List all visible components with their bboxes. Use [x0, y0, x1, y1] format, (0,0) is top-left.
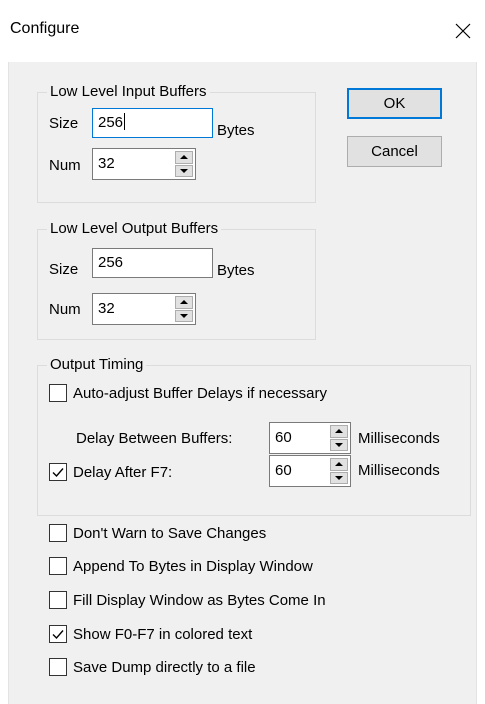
close-icon [455, 23, 471, 39]
input-num-stepper[interactable]: 32 [92, 148, 196, 180]
delay-after-box [49, 463, 67, 481]
delay-between-arrows [330, 423, 350, 453]
output-num-arrows [175, 294, 195, 324]
delay-between-up-button[interactable] [330, 425, 348, 438]
arrow-up-icon [335, 462, 343, 467]
delay-between-value: 60 [275, 429, 292, 446]
input-size-label: Size [49, 115, 79, 132]
delay-between-down-button[interactable] [330, 438, 348, 451]
cancel-button-label: Cancel [371, 143, 418, 160]
option-append-bytes-box [49, 557, 67, 575]
arrow-down-icon [335, 475, 343, 480]
input-buffers-group-label: Low Level Input Buffers [47, 83, 210, 101]
option-fill-display-checkbox[interactable]: Fill Display Window as Bytes Come In [49, 589, 326, 611]
input-num-value: 32 [98, 155, 115, 172]
output-size-label: Size [49, 261, 79, 278]
cancel-button[interactable]: Cancel [347, 136, 442, 167]
input-num-up-button[interactable] [175, 151, 193, 164]
arrow-up-icon [180, 300, 188, 305]
delay-after-value: 60 [275, 462, 292, 479]
output-num-stepper[interactable]: 32 [92, 293, 196, 325]
input-num-arrows [175, 149, 195, 179]
option-show-colored-box [49, 625, 67, 643]
option-append-bytes-checkbox[interactable]: Append To Bytes in Display Window [49, 555, 313, 577]
delay-between-units: Milliseconds [358, 430, 440, 447]
option-show-colored-label: Show F0-F7 in colored text [73, 625, 253, 643]
input-size-field[interactable]: 256 [92, 108, 213, 138]
ok-button[interactable]: OK [347, 88, 442, 119]
input-num-label: Num [49, 157, 81, 174]
input-size-units: Bytes [217, 122, 255, 139]
arrow-up-icon [180, 155, 188, 160]
output-num-label: Num [49, 301, 81, 318]
output-timing-group-label: Output Timing [47, 356, 147, 374]
checkmark-icon [51, 627, 65, 641]
delay-after-stepper[interactable]: 60 [269, 455, 351, 487]
option-dont-warn-checkbox[interactable]: Don't Warn to Save Changes [49, 522, 266, 544]
delay-after-label: Delay After F7: [73, 463, 173, 481]
delay-between-label: Delay Between Buffers: [76, 430, 233, 447]
window-title: Configure [10, 20, 80, 37]
option-fill-display-box [49, 591, 67, 609]
arrow-up-icon [335, 429, 343, 434]
output-size-field[interactable]: 256 [92, 248, 213, 278]
ok-button-label: OK [383, 95, 406, 112]
arrow-down-icon [180, 313, 188, 318]
dialog-client-area: Low Level Input Buffers Size 256 Bytes N… [8, 62, 477, 704]
auto-adjust-label: Auto-adjust Buffer Delays if necessary [73, 384, 328, 402]
output-buffers-group-label: Low Level Output Buffers [47, 220, 222, 238]
title-bar: Configure [0, 0, 485, 62]
delay-after-down-button[interactable] [330, 471, 348, 484]
delay-after-checkbox[interactable]: Delay After F7: [49, 461, 172, 483]
auto-adjust-box [49, 384, 67, 402]
option-save-dump-box [49, 658, 67, 676]
delay-after-up-button[interactable] [330, 458, 348, 471]
arrow-down-icon [335, 442, 343, 447]
option-show-colored-checkbox[interactable]: Show F0-F7 in colored text [49, 623, 252, 645]
delay-after-units: Milliseconds [358, 462, 440, 479]
output-size-units: Bytes [217, 262, 255, 279]
output-num-value: 32 [98, 300, 115, 317]
delay-after-arrows [330, 456, 350, 486]
output-size-value: 256 [98, 254, 124, 271]
option-append-bytes-label: Append To Bytes in Display Window [73, 557, 313, 575]
delay-between-stepper[interactable]: 60 [269, 422, 351, 454]
output-num-down-button[interactable] [175, 309, 193, 322]
option-fill-display-label: Fill Display Window as Bytes Come In [73, 591, 326, 609]
text-caret [124, 113, 126, 130]
input-num-down-button[interactable] [175, 164, 193, 177]
option-save-dump-label: Save Dump directly to a file [73, 658, 256, 676]
option-save-dump-checkbox[interactable]: Save Dump directly to a file [49, 656, 256, 678]
close-button[interactable] [448, 14, 478, 48]
checkmark-icon [51, 465, 65, 479]
option-dont-warn-label: Don't Warn to Save Changes [73, 524, 267, 542]
output-num-up-button[interactable] [175, 296, 193, 309]
input-size-value: 256 [98, 114, 124, 131]
auto-adjust-checkbox[interactable]: Auto-adjust Buffer Delays if necessary [49, 382, 327, 404]
option-dont-warn-box [49, 524, 67, 542]
arrow-down-icon [180, 168, 188, 173]
